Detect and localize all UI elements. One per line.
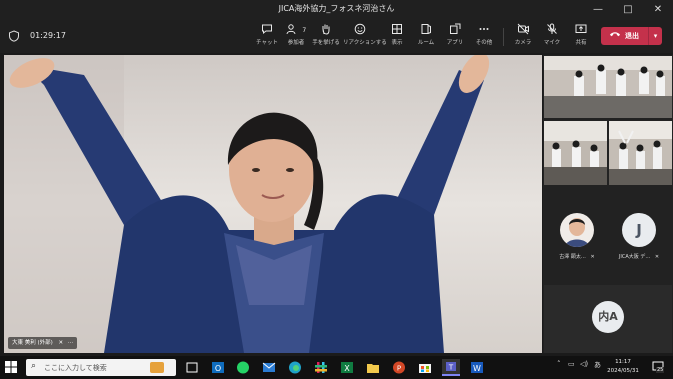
- mic-off-icon: ✕: [654, 254, 660, 260]
- presenter-name: 大東 美利 (外部): [12, 340, 53, 346]
- meeting-timer: 01:29:17: [30, 31, 66, 40]
- clock-time: 11:17: [615, 359, 631, 365]
- participants-label: 参加者: [287, 40, 305, 46]
- participant-name: JICA大阪 デ… ✕: [618, 254, 660, 260]
- notification-count: 25: [656, 367, 665, 373]
- ime-icon[interactable]: あ: [594, 360, 601, 370]
- word-icon[interactable]: W: [468, 359, 486, 376]
- phone-hangup-icon: [609, 29, 621, 42]
- excel-icon[interactable]: X: [338, 359, 356, 376]
- system-clock[interactable]: 11:17 2024/05/31: [606, 358, 640, 376]
- speaker-icon[interactable]: ◁): [580, 360, 588, 368]
- window-title-bar: JICA海外協力_フォスネ河治さん — □ ✕: [0, 0, 673, 20]
- presenter-video-feed: [4, 55, 542, 353]
- more-button[interactable]: その他: [467, 23, 501, 51]
- notification-icon[interactable]: 25: [652, 361, 666, 373]
- classroom-video-feed: [544, 56, 672, 118]
- people-icon: 7: [279, 23, 313, 38]
- whatsapp-icon[interactable]: [234, 359, 252, 376]
- more-icon[interactable]: ···: [68, 340, 73, 346]
- classroom-video-feed: [544, 121, 607, 185]
- svg-text:W: W: [473, 364, 481, 373]
- raise-hand-button[interactable]: 手を挙げる: [309, 23, 343, 51]
- share-icon: [564, 23, 598, 38]
- svg-text:X: X: [344, 364, 350, 373]
- more-label: その他: [475, 40, 493, 46]
- shield-icon[interactable]: [8, 30, 20, 42]
- network-icon[interactable]: ▭: [568, 360, 575, 368]
- leave-label: 退出: [625, 32, 639, 40]
- share-button[interactable]: 共有: [564, 23, 598, 51]
- search-icon: ⌕: [31, 361, 37, 371]
- participants-gallery: 古澤 顕太… ✕ J JICA大阪 デ… ✕ 内A: [543, 55, 673, 353]
- teams-icon[interactable]: T: [442, 359, 460, 376]
- mic-off-icon: ✕: [590, 254, 595, 260]
- meeting-toolbar: 01:29:17 チャット 7 参加者 手を挙げる リアクションする 表示 ルー…: [0, 20, 673, 53]
- participant-tile[interactable]: 内A: [544, 285, 672, 353]
- toolbar-divider: [503, 28, 504, 46]
- taskbar-search-input[interactable]: ⌕ ここに入力して検索: [26, 359, 176, 376]
- svg-text:P: P: [397, 365, 401, 373]
- main-video-tile[interactable]: 大東 美利 (外部) ✕ ···: [4, 55, 542, 353]
- briefcase-icon: [150, 362, 164, 373]
- clock-date: 2024/05/31: [607, 368, 639, 374]
- participant-tile[interactable]: J JICA大阪 デ… ✕: [609, 203, 669, 263]
- task-view-icon[interactable]: [183, 359, 201, 376]
- participants-button[interactable]: 7 参加者: [279, 23, 313, 51]
- participant-name: 古澤 顕太… ✕: [559, 254, 595, 260]
- chevron-down-icon[interactable]: ▾: [648, 27, 662, 45]
- raise-hand-label: 手を挙げる: [312, 40, 340, 46]
- maximize-button[interactable]: □: [614, 0, 642, 20]
- store-icon[interactable]: [416, 359, 434, 376]
- participant-tile[interactable]: 古澤 顕太… ✕: [547, 203, 607, 263]
- outlook-icon[interactable]: O: [209, 359, 227, 376]
- reaction-button[interactable]: リアクションする: [343, 23, 387, 51]
- more-icon: [467, 23, 501, 38]
- windows-start-icon[interactable]: [5, 361, 17, 373]
- presenter-name-tag: 大東 美利 (外部) ✕ ···: [8, 337, 78, 349]
- avatar: 内A: [592, 301, 624, 333]
- file-explorer-icon[interactable]: [364, 359, 382, 376]
- slack-icon[interactable]: [312, 359, 330, 376]
- classroom-video-feed: [609, 121, 672, 185]
- leave-button[interactable]: 退出 ▾: [601, 27, 662, 45]
- raise-hand-icon: [309, 23, 343, 38]
- search-placeholder: ここに入力して検索: [44, 364, 107, 372]
- taskbar: ⌕ ここに入力して検索 O X P T W ˄ ▭ ◁) あ 11:17 202…: [0, 356, 673, 379]
- avatar: [560, 213, 594, 247]
- svg-text:O: O: [215, 364, 221, 373]
- classroom-video-tile[interactable]: [609, 121, 672, 185]
- classroom-video-tile[interactable]: [544, 56, 672, 118]
- svg-text:T: T: [448, 364, 454, 372]
- mic-off-icon: ✕: [58, 340, 64, 346]
- reaction-icon: [343, 23, 377, 38]
- close-window-button[interactable]: ✕: [644, 0, 672, 20]
- avatar: J: [622, 213, 656, 247]
- edge-icon[interactable]: [286, 359, 304, 376]
- share-label: 共有: [575, 40, 587, 46]
- powerpoint-icon[interactable]: P: [390, 359, 408, 376]
- minimize-button[interactable]: —: [584, 0, 612, 20]
- classroom-video-tile[interactable]: [544, 121, 607, 185]
- participant-count: 7: [302, 27, 307, 34]
- window-title: JICA海外協力_フォスネ河治さん: [278, 4, 395, 13]
- mail-icon[interactable]: [260, 359, 278, 376]
- chevron-up-icon[interactable]: ˄: [557, 360, 561, 368]
- reaction-label: リアクションする: [343, 40, 387, 46]
